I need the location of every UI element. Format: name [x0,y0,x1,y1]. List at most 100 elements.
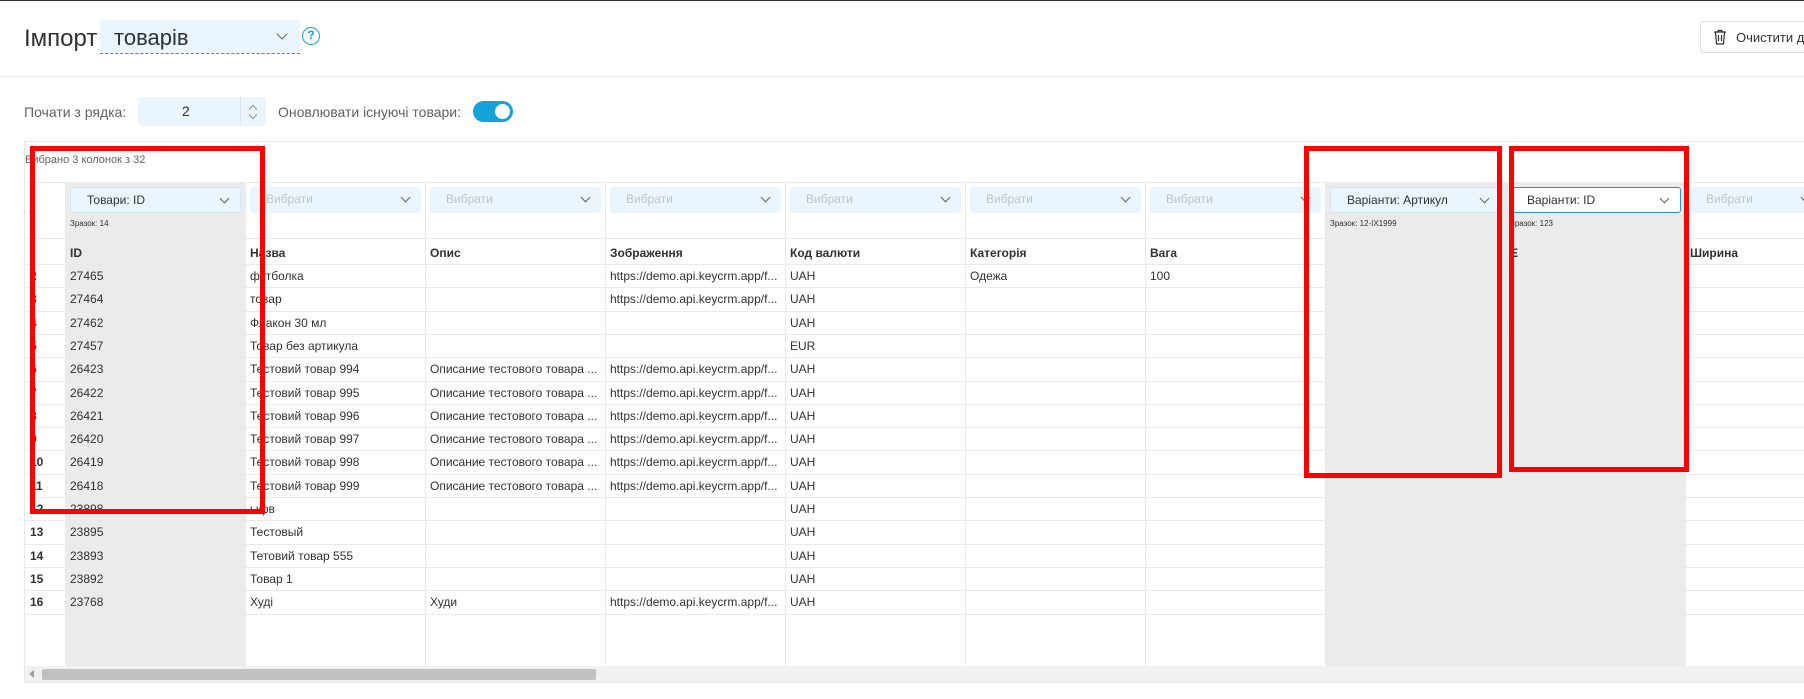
clear-data-label: Очистити да [1736,30,1804,45]
table-cell: UAH [790,455,816,469]
start-row-label: Почати з рядка: [24,104,127,120]
table-cell: Худи [430,595,458,609]
table-cell: UAH [790,525,816,539]
table-cell: UAH [790,549,816,563]
table-cell: Товар 1 [250,572,293,586]
table-cell: Описание тестового товара ... [430,409,598,423]
table-cell: Тестовий товар 995 [250,386,360,400]
chevron-down-icon[interactable] [248,110,258,120]
table-cell: Тестовий товар 996 [250,409,360,423]
table-cell: 23768 [70,595,104,609]
column-mapping-select[interactable]: Вибрати [610,187,781,213]
column-mapping-value: Вибрати [266,192,313,206]
import-type-value: товарів [114,25,189,50]
table-cell: 23892 [70,572,104,586]
column-mapping-select[interactable]: Вибрати [250,187,421,213]
page-header: Імпорт товарів ? Очистити да [0,1,1804,77]
chevron-down-icon [760,192,771,203]
column-mapping-select[interactable]: Вибрати [1150,187,1321,213]
table-cell: UAH [790,572,816,586]
table-cell: Тестовий товар 999 [250,479,360,493]
column-divider [425,182,426,666]
row-number: 15 [30,572,44,586]
table-cell: Описание тестового товара ... [430,386,598,400]
column-header: Зображення [610,246,683,260]
table-cell: UAH [790,386,816,400]
table-cell: UAH [790,595,816,609]
column-mapping-select[interactable]: Вибрати [1690,187,1804,213]
table-cell: UAH [790,479,816,493]
column-header: Категорія [970,246,1027,260]
column-divider [965,182,966,666]
row-divider [25,474,1804,475]
table-cell: Описание тестового товара ... [430,432,598,446]
column-mapping-select[interactable]: Вибрати [970,187,1141,213]
column-mapping-value: Вибрати [446,192,493,206]
column-mapping-value: Вибрати [1166,192,1213,206]
table-cell: https://demo.api.keycrm.app/f... [610,455,778,469]
row-number: 16 [30,595,44,609]
table-cell: Тетовий товар 555 [250,549,354,563]
update-existing-label: Оновлювати існуючі товари: [278,104,462,120]
column-divider [605,182,606,666]
column-mapping-value: Вибрати [1706,192,1753,206]
table-cell: UAH [790,409,816,423]
clear-data-button[interactable]: Очистити да [1700,21,1804,53]
row-divider [25,590,1804,591]
column-mapping-value: Вибрати [626,192,673,206]
table-cell: Тестовий товар 994 [250,362,360,376]
table-cell: UAH [790,269,816,283]
horizontal-scrollbar[interactable] [25,666,1804,682]
table-cell: https://demo.api.keycrm.app/f... [610,409,778,423]
toggle-knob[interactable] [495,104,510,119]
table-cell: https://demo.api.keycrm.app/f... [610,595,778,609]
scrollbar-thumb[interactable] [42,669,596,680]
table-cell: Описание тестового товара ... [430,362,598,376]
row-divider [25,497,1804,498]
column-divider [1505,182,1506,666]
row-number: 13 [30,525,44,539]
table-cell: https://demo.api.keycrm.app/f... [610,362,778,376]
table-cell: https://demo.api.keycrm.app/f... [610,432,778,446]
update-existing-toggle[interactable] [473,101,513,122]
column-mapping-value: Вибрати [986,192,1033,206]
highlight-box-variant-id-column [1509,146,1689,472]
table-cell: Тестовый [250,525,304,539]
row-divider [25,544,1804,545]
table-cell: Тестовий товар 998 [250,455,360,469]
column-divider [1145,182,1146,666]
chevron-down-icon [276,28,288,40]
trash-icon [1714,29,1726,45]
chevron-down-icon [580,192,591,203]
table-cell: UAH [790,292,816,306]
table-cell: 100 [1150,269,1171,283]
table-cell: 23893 [70,549,104,563]
stepper-arrows[interactable] [240,97,266,126]
highlight-box-variant-sku-column [1304,146,1502,478]
row-divider [25,520,1804,521]
table-cell: EUR [790,339,816,353]
table-cell: https://demo.api.keycrm.app/f... [610,386,778,400]
table-cell: https://demo.api.keycrm.app/f... [610,479,778,493]
table-cell: https://demo.api.keycrm.app/f... [610,292,778,306]
start-row-value[interactable]: 2 [182,103,190,119]
chevron-down-icon [1120,192,1131,203]
column-mapping-select[interactable]: Вибрати [790,187,961,213]
import-type-select[interactable]: товарів [100,20,300,54]
table-cell: UAH [790,432,816,446]
column-header: Вага [1150,246,1178,260]
table-cell: Тестовий товар 997 [250,432,360,446]
table-cell: Описание тестового товара ... [430,479,598,493]
scroll-left-arrow-icon[interactable] [29,670,34,678]
table-cell: UAH [790,502,816,516]
chevron-down-icon [940,192,951,203]
page-title: Імпорт [24,25,98,52]
help-icon[interactable]: ? [302,27,320,45]
highlight-box-id-column [30,146,265,514]
table-cell: Одежа [970,269,1008,283]
column-header: Код валюти [790,246,861,260]
chevron-down-icon [400,192,411,203]
start-row-stepper[interactable]: 2 [138,97,266,126]
row-number: 14 [30,549,44,563]
column-mapping-select[interactable]: Вибрати [430,187,601,213]
